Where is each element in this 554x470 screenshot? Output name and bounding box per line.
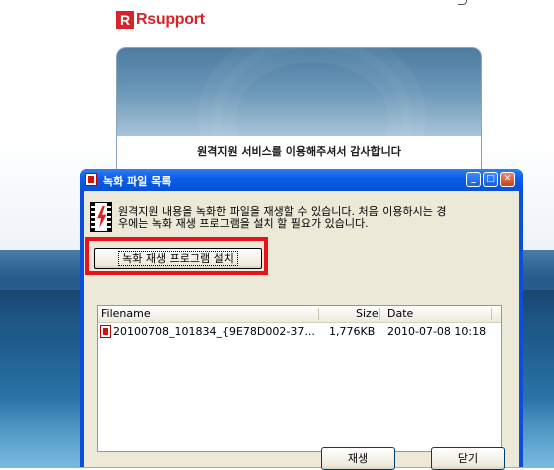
dialog-title: 녹화 파일 목록	[103, 175, 172, 188]
list-header: Filename Size Date	[98, 306, 501, 323]
column-filename[interactable]: Filename	[101, 307, 151, 320]
info-message: 원격지원 내용을 녹화한 파일을 재생할 수 있습니다. 처음 이용하시는 경 …	[118, 206, 513, 230]
close-button[interactable]: 닫기	[431, 447, 505, 470]
install-player-button[interactable]: 녹화 재생 프로그램 설치	[94, 248, 262, 269]
play-button[interactable]: 재생	[321, 447, 395, 470]
info-line-2: 우에는 녹화 재생 프로그램을 설치 할 필요가 있습니다.	[118, 217, 369, 230]
column-separator	[491, 308, 492, 320]
column-date[interactable]: Date	[387, 307, 413, 320]
file-size: 1,776KB	[329, 325, 376, 338]
column-size[interactable]: Size	[356, 307, 379, 320]
install-player-label: 녹화 재생 프로그램 설치	[118, 251, 238, 266]
column-separator	[318, 308, 319, 320]
film-icon	[100, 325, 111, 338]
dialog-titlebar[interactable]: 녹화 파일 목록 _ □ ✕	[80, 169, 523, 191]
rsupport-logo: R Rsupport	[116, 10, 205, 30]
welcome-message: 원격지원 서비스를 이용해주셔서 감사합니다	[197, 145, 401, 158]
recording-file-list[interactable]: Filename Size Date 20100708_101834_{9E78…	[97, 305, 502, 452]
maximize-icon[interactable]: □	[483, 172, 498, 187]
dialog-body: 원격지원 내용을 녹화한 파일을 재생할 수 있습니다. 처음 이용하시는 경 …	[84, 191, 519, 470]
column-separator	[379, 308, 380, 320]
logo-text: Rsupport	[136, 11, 205, 28]
minimize-icon[interactable]: _	[466, 172, 481, 187]
recording-list-dialog: 녹화 파일 목록 _ □ ✕ 원격지원 내용을 녹화한 파일을 재생할 수 있습…	[80, 169, 523, 470]
file-name: 20100708_101834_{9E78D002-37...	[113, 325, 315, 338]
file-date: 2010-07-08 10:18	[387, 325, 487, 338]
film-icon	[85, 173, 97, 186]
logo-mark-icon: R	[116, 11, 134, 29]
film-bolt-icon	[90, 202, 112, 232]
welcome-panel: 원격지원 서비스를 이용해주셔서 감사합니다	[116, 47, 482, 174]
list-item[interactable]: 20100708_101834_{9E78D002-37... 1,776KB …	[98, 324, 501, 340]
close-icon[interactable]: ✕	[500, 172, 515, 187]
